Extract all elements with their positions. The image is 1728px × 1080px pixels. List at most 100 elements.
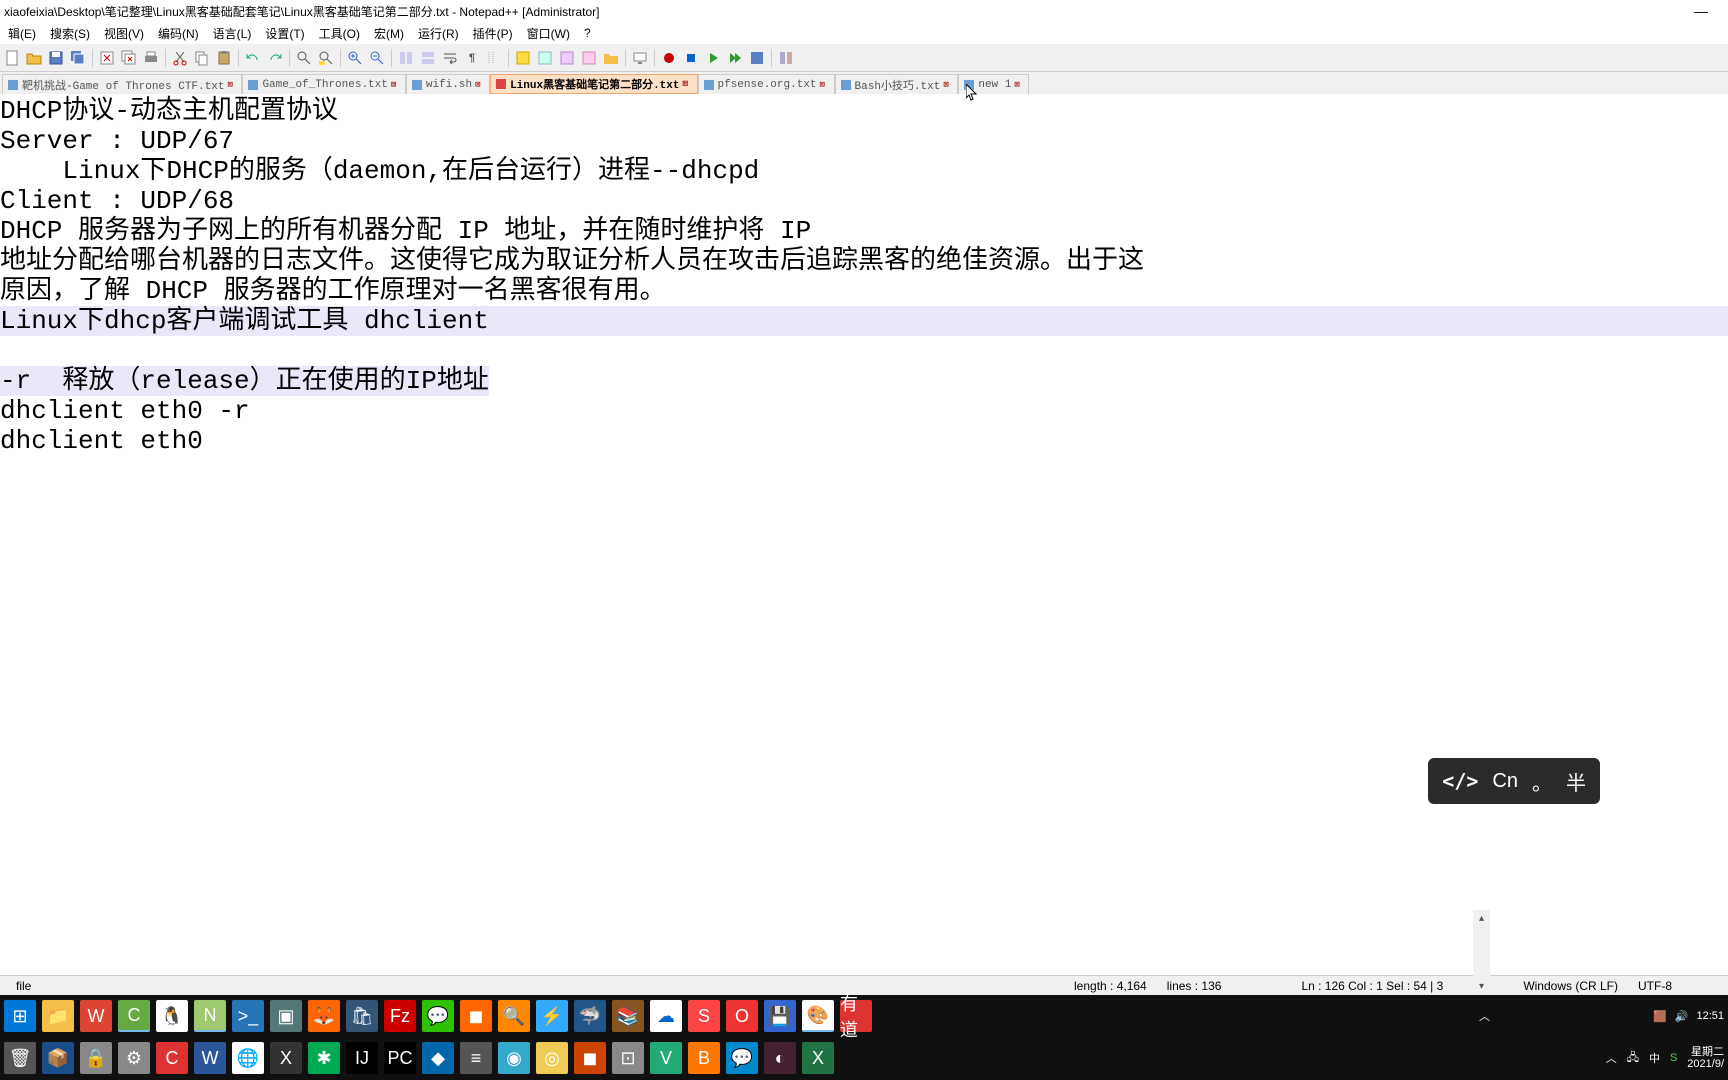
calibre-icon[interactable]: 📚 [612, 1000, 644, 1032]
save-button[interactable] [46, 48, 66, 68]
print-button[interactable] [141, 48, 161, 68]
save-icon[interactable]: 💾 [764, 1000, 796, 1032]
tab-bash[interactable]: Bash小技巧.txt ⊠ [835, 74, 959, 94]
scrollbar[interactable]: ▴ ▾ [1473, 910, 1490, 995]
start-button[interactable]: ⊞ [4, 1000, 36, 1032]
baidu-icon[interactable]: ☁ [650, 1000, 682, 1032]
app-icon[interactable]: ◼ [460, 1000, 492, 1032]
app4-icon[interactable]: ◉ [498, 1042, 530, 1074]
close-all-button[interactable] [119, 48, 139, 68]
zoom-out-button[interactable] [367, 48, 387, 68]
stop-button[interactable] [681, 48, 701, 68]
tray-volume-icon[interactable]: 🔊 [1675, 1010, 1689, 1023]
undo-button[interactable] [243, 48, 263, 68]
menu-macro[interactable]: 宏(M) [368, 25, 410, 42]
tab-pfsense[interactable]: pfsense.org.txt ⊠ [698, 74, 835, 94]
settings-icon[interactable]: ⚙ [118, 1042, 150, 1074]
ime-lang[interactable]: Cn [1492, 770, 1518, 793]
tab-wifi[interactable]: wifi.sh ⊠ [406, 74, 490, 94]
close-icon[interactable]: ⊠ [391, 80, 401, 90]
tray-day[interactable]: 星期二 [1687, 1046, 1724, 1058]
wireshark-icon[interactable]: 🦈 [574, 1000, 606, 1032]
record-button[interactable] [659, 48, 679, 68]
ime-width[interactable]: 半 [1566, 767, 1586, 796]
close-button[interactable] [97, 48, 117, 68]
xshell-icon[interactable]: X [270, 1042, 302, 1074]
tab-linux-notes[interactable]: Linux黑客基础笔记第二部分.txt ⊠ [490, 74, 697, 94]
app7-icon[interactable]: ⊡ [612, 1042, 644, 1074]
zoom-in-button[interactable] [345, 48, 365, 68]
tray-app-icon[interactable]: 🟫 [1653, 1010, 1667, 1023]
paste-button[interactable] [214, 48, 234, 68]
menu-view[interactable]: 视图(V) [98, 25, 150, 42]
close-icon[interactable]: ⊠ [943, 80, 953, 90]
tab-got[interactable]: Game_of_Thrones.txt ⊠ [242, 74, 405, 94]
menu-run[interactable]: 运行(R) [412, 25, 465, 42]
wps-icon[interactable]: W [80, 1000, 112, 1032]
firefox-icon[interactable]: 🦊 [308, 1000, 340, 1032]
youdao-icon[interactable]: 有道 [840, 1000, 872, 1032]
menu-language[interactable]: 语言(L) [207, 25, 258, 42]
folder-button[interactable] [601, 48, 621, 68]
cut-button[interactable] [170, 48, 190, 68]
close-icon[interactable]: ⊠ [683, 79, 693, 89]
recycle-icon[interactable]: 🗑 [4, 1042, 36, 1074]
stack-icon[interactable]: ≡ [460, 1042, 492, 1074]
thunder-icon[interactable]: ⚡ [536, 1000, 568, 1032]
store-icon[interactable]: 🛍 [346, 1000, 378, 1032]
tray-date[interactable]: 2021/9/ [1687, 1058, 1724, 1070]
play-multi-button[interactable] [725, 48, 745, 68]
save-all-button[interactable] [68, 48, 88, 68]
compare-button[interactable] [776, 48, 796, 68]
doc-map-button[interactable] [535, 48, 555, 68]
explorer-icon[interactable]: 📁 [42, 1000, 74, 1032]
show-all-chars-button[interactable]: ¶ [462, 48, 482, 68]
menu-window[interactable]: 窗口(W) [521, 25, 576, 42]
opera-icon[interactable]: O [726, 1000, 758, 1032]
open-file-button[interactable] [24, 48, 44, 68]
excel-icon[interactable]: X [802, 1042, 834, 1074]
sogou-icon[interactable]: S [688, 1000, 720, 1032]
minimize-button[interactable]: — [1678, 0, 1724, 22]
menu-help[interactable]: ? [578, 26, 597, 40]
chrome-icon[interactable]: 🌐 [232, 1042, 264, 1074]
pycharm-icon[interactable]: PC [384, 1042, 416, 1074]
menu-search[interactable]: 搜索(S) [44, 25, 96, 42]
sync-h-button[interactable] [418, 48, 438, 68]
func-list-button[interactable] [579, 48, 599, 68]
tab-new1[interactable]: new 1 ⊠ [958, 74, 1029, 94]
ccleaner-icon[interactable]: C [156, 1042, 188, 1074]
doc-list-button[interactable] [557, 48, 577, 68]
eclipse-icon[interactable]: ◐ [764, 1042, 796, 1074]
close-icon[interactable]: ⊠ [820, 80, 830, 90]
notepadpp-icon[interactable]: N [194, 1000, 226, 1032]
burp-icon[interactable]: B [688, 1042, 720, 1074]
redo-button[interactable] [265, 48, 285, 68]
qq-icon[interactable]: 🐧 [156, 1000, 188, 1032]
wechat-icon[interactable]: 💬 [422, 1000, 454, 1032]
replace-button[interactable] [316, 48, 336, 68]
status-encoding[interactable]: UTF-8 [1628, 979, 1682, 993]
tray-expand2-icon[interactable]: ︿ [1606, 1050, 1617, 1066]
scroll-up-icon[interactable]: ▴ [1473, 910, 1490, 927]
ime-bar[interactable]: </> Cn 。 半 [1428, 758, 1600, 804]
vm-icon[interactable]: ▣ [270, 1000, 302, 1032]
app6-icon[interactable]: ◼ [574, 1042, 606, 1074]
menu-settings[interactable]: 设置(T) [259, 25, 310, 42]
filezilla-icon[interactable]: Fz [384, 1000, 416, 1032]
tray-expand-icon[interactable]: ︿ [1479, 1008, 1490, 1024]
paint-icon[interactable]: 🎨 [802, 1000, 834, 1032]
scroll-down-icon[interactable]: ▾ [1473, 978, 1490, 995]
powershell-icon[interactable]: >_ [232, 1000, 264, 1032]
editor-area[interactable]: DHCP协议-动态主机配置协议 Server : UDP/67 Linux下DH… [0, 94, 1728, 766]
lang-button[interactable] [513, 48, 533, 68]
copy-button[interactable] [192, 48, 212, 68]
app5-icon[interactable]: ◎ [536, 1042, 568, 1074]
tray-network-icon[interactable]: 🖧 [1627, 1049, 1639, 1068]
everything-icon[interactable]: 🔍 [498, 1000, 530, 1032]
tab-got-ctf[interactable]: 靶机挑战-Game of Thrones CTF.txt ⊠ [2, 74, 242, 94]
menu-edit[interactable]: 辑(E) [2, 25, 42, 42]
vnc-icon[interactable]: V [650, 1042, 682, 1074]
idea-icon[interactable]: IJ [346, 1042, 378, 1074]
close-icon[interactable]: ⊠ [227, 80, 237, 90]
